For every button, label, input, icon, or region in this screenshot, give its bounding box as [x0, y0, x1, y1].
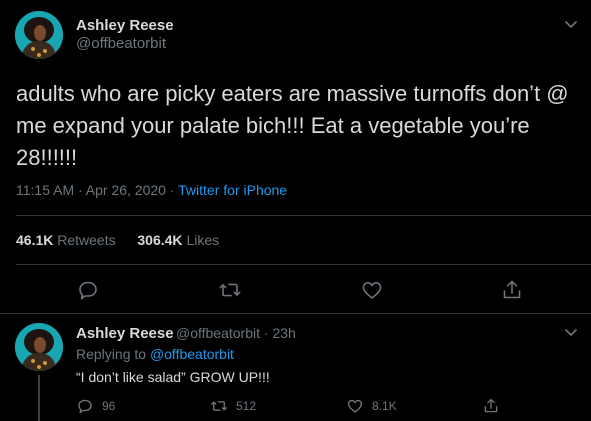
tweet-stats: 46.1K Retweets 306.4K Likes [16, 232, 219, 248]
avatar[interactable] [15, 11, 63, 59]
likes-count: 306.4K [137, 232, 183, 248]
chevron-down-icon[interactable] [563, 16, 579, 32]
retweets-count: 46.1K [16, 232, 54, 248]
reply-icon [78, 399, 92, 414]
retweet-action[interactable]: 512 [210, 397, 256, 415]
main-tweet: Ashley Reese @offbeatorbit adults who ar… [0, 0, 591, 313]
share-icon [484, 398, 498, 413]
display-name[interactable]: Ashley Reese [76, 17, 174, 34]
like-count: 8.1K [372, 399, 397, 413]
retweets-label: Retweets [57, 232, 116, 248]
share-action[interactable] [482, 397, 508, 415]
like-icon[interactable] [360, 278, 384, 302]
avatar[interactable] [15, 323, 63, 371]
reply-count: 96 [102, 399, 116, 413]
divider [16, 215, 591, 216]
thread-line [38, 375, 40, 421]
reply-text: “I don’t like salad” GROW UP!!! [76, 369, 270, 385]
source-link[interactable]: Twitter for iPhone [178, 182, 287, 198]
chevron-down-icon[interactable] [563, 324, 579, 340]
like-action[interactable]: 8.1K [346, 397, 397, 415]
retweet-count: 512 [236, 399, 257, 413]
retweet-icon [211, 401, 227, 411]
likes-label: Likes [186, 232, 220, 248]
like-icon [347, 399, 363, 413]
tweet-text: adults who are picky eaters are massive … [16, 81, 569, 170]
tweet-meta: 11:15 AM · Apr 26, 2020 · Twitter for iP… [16, 182, 287, 198]
share-icon[interactable] [500, 278, 524, 302]
likes-stat[interactable]: 306.4K Likes [137, 232, 219, 248]
action-bar [0, 278, 591, 304]
retweet-icon[interactable] [218, 278, 242, 302]
replying-prefix: Replying to [76, 346, 150, 362]
handle-time[interactable]: @offbeatorbit · 23h [176, 325, 296, 341]
divider [16, 264, 591, 265]
handle[interactable]: @offbeatorbit [76, 35, 166, 52]
display-name[interactable]: Ashley Reese [76, 325, 174, 342]
replying-to-link[interactable]: @offbeatorbit [150, 346, 234, 362]
retweets-stat[interactable]: 46.1K Retweets [16, 232, 116, 248]
tweet-divider [0, 313, 591, 314]
timestamp[interactable]: 11:15 AM · Apr 26, 2020 · [16, 182, 178, 198]
reply-icon[interactable] [76, 278, 100, 302]
replying-to: Replying to @offbeatorbit [76, 346, 234, 362]
reply-action[interactable]: 96 [76, 397, 115, 415]
